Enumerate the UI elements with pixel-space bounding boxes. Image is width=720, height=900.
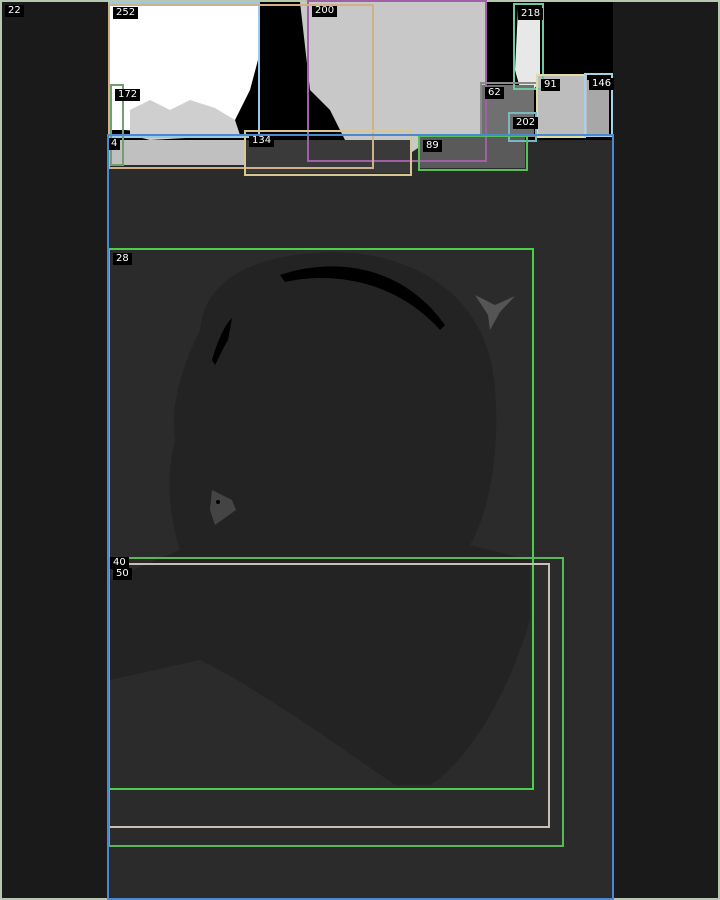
segment-label: 62 <box>485 87 504 99</box>
segment-box-91: 91 <box>536 74 586 138</box>
segment-box-146: 146 <box>584 73 615 137</box>
segment-label: 202 <box>513 117 539 129</box>
segment-label: 146 <box>589 78 615 90</box>
segment-label: 218 <box>518 8 544 20</box>
segment-label: 22 <box>5 5 24 17</box>
segment-label: 91 <box>541 79 560 91</box>
segment-box-main-panel <box>107 134 614 900</box>
